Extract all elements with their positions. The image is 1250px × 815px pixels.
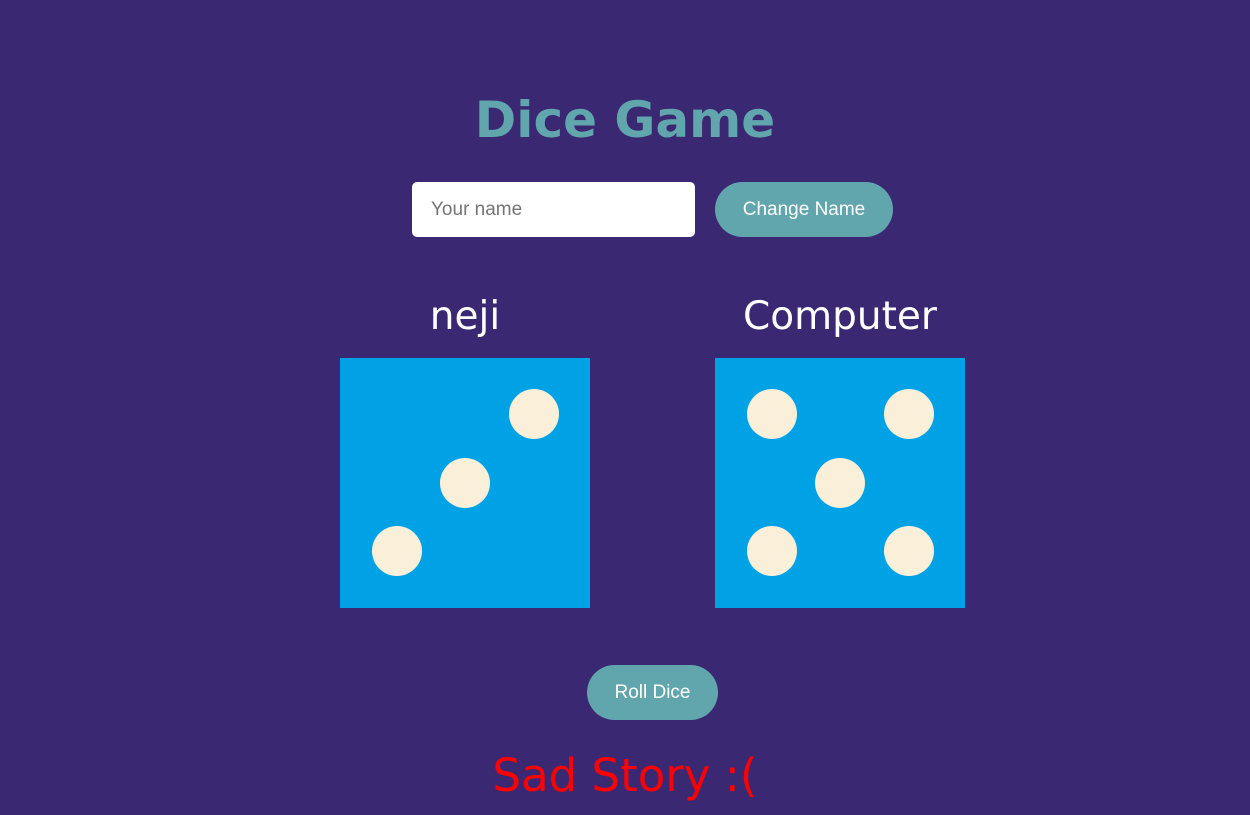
die-pip <box>884 526 934 576</box>
die-pip <box>747 526 797 576</box>
computer-name-label: Computer <box>743 294 937 339</box>
change-name-button[interactable]: Change Name <box>715 182 893 237</box>
die-pip <box>440 458 490 508</box>
player-name-label: neji <box>429 294 501 339</box>
die-pip <box>747 389 797 439</box>
computer-die <box>715 358 965 608</box>
page-title: Dice Game <box>474 91 776 149</box>
die-pip <box>815 458 865 508</box>
die-pip <box>884 389 934 439</box>
die-pip <box>372 526 422 576</box>
die-pip <box>509 389 559 439</box>
player-die <box>340 358 590 608</box>
roll-dice-button[interactable]: Roll Dice <box>587 665 718 720</box>
name-input[interactable] <box>412 182 695 237</box>
result-message: Sad Story :( <box>492 749 758 802</box>
